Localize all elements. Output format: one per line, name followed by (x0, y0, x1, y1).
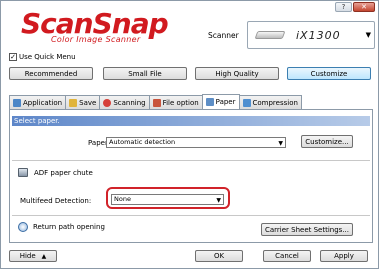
highlight-annotation (106, 187, 230, 209)
tab-paper[interactable]: Paper (201, 94, 240, 109)
paper-size-select[interactable]: Automatic detection ▼ (106, 137, 286, 148)
apply-button[interactable]: Apply (320, 250, 368, 262)
high-quality-button[interactable]: High Quality (195, 67, 279, 80)
divider (12, 160, 370, 161)
paper-size-value: Automatic detection (109, 138, 176, 146)
tab-label: Application (23, 98, 63, 107)
scanner-name: iX1300 (296, 28, 341, 42)
chevron-down-icon: ▼ (365, 31, 371, 39)
compression-icon (242, 98, 251, 107)
scanner-select[interactable]: iX1300 ▼ (247, 21, 375, 49)
hide-button[interactable]: Hide ▲ (9, 250, 57, 262)
paper-icon (205, 98, 214, 106)
tab-save[interactable]: Save (65, 95, 101, 109)
return-path-label: Return path opening (33, 223, 105, 231)
hide-label: Hide (19, 252, 36, 260)
scanner-chute-icon (18, 168, 28, 177)
adf-label: ADF paper chute (34, 168, 93, 177)
return-path-icon (18, 222, 28, 232)
tab-application[interactable]: Application (9, 95, 67, 109)
application-icon (13, 98, 21, 107)
scanning-icon (103, 98, 112, 107)
tab-label: Compression (252, 98, 298, 107)
return-path-opening: Return path opening (18, 222, 105, 232)
tab-label: Paper (215, 98, 236, 106)
help-icon: ? (341, 3, 346, 11)
adf-paper-chute: ADF paper chute (18, 168, 93, 177)
chevron-up-icon: ▲ (41, 252, 47, 260)
scanner-label: Scanner (208, 31, 239, 40)
customize-paper-button[interactable]: Customize... (301, 135, 353, 148)
tab-label: Scanning (113, 98, 146, 107)
scanner-icon (254, 31, 286, 39)
use-quick-menu-checkbox[interactable]: ✓ Use Quick Menu (9, 53, 76, 61)
file-option-icon (152, 98, 161, 107)
carrier-sheet-settings-button[interactable]: Carrier Sheet Settings... (261, 223, 353, 236)
scansnap-logo: ScanSnap Color Image Scanner (21, 9, 169, 45)
close-icon: ✕ (361, 3, 367, 11)
tab-label: Save (79, 98, 97, 107)
section-header: Select paper. (12, 116, 370, 126)
help-button[interactable]: ? (335, 2, 352, 12)
tab-scanning[interactable]: Scanning (99, 95, 150, 109)
tab-file-option[interactable]: File option (148, 95, 203, 109)
customize-mode-button[interactable]: Customize (287, 67, 371, 80)
paper-panel: Select paper. Paper size: Automatic dete… (9, 109, 373, 243)
folder-icon (69, 98, 78, 107)
titlebar-buttons: ? ✕ (334, 2, 375, 12)
close-button[interactable]: ✕ (353, 2, 375, 12)
recommended-button[interactable]: Recommended (9, 67, 93, 80)
tab-compression[interactable]: Compression (238, 95, 302, 109)
ok-button[interactable]: OK (195, 250, 243, 262)
use-quick-menu-label: Use Quick Menu (19, 53, 76, 61)
tab-label: File option (162, 98, 199, 107)
scansnap-settings-window: ? ✕ ScanSnap Color Image Scanner Scanner… (0, 0, 379, 269)
checkbox-box[interactable]: ✓ (9, 53, 17, 61)
settings-tabs: Application Save Scanning File option Pa… (9, 94, 302, 109)
cancel-button[interactable]: Cancel (263, 250, 311, 262)
chevron-down-icon: ▼ (278, 140, 283, 147)
small-file-button[interactable]: Small File (103, 67, 187, 80)
divider (12, 215, 370, 216)
multifeed-label: Multifeed Detection: (20, 197, 92, 205)
